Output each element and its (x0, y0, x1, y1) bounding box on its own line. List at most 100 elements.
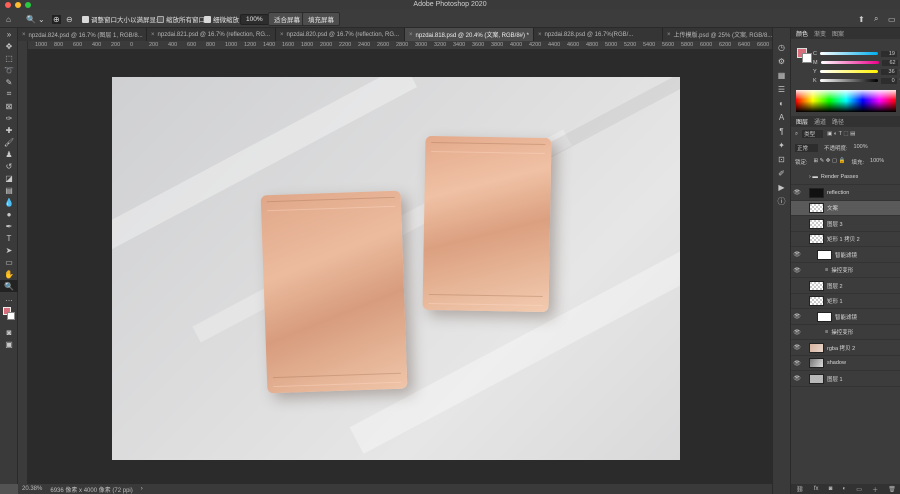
document-tab[interactable]: × npzdai.828.psd @ 16.7%(RGB/... (534, 28, 663, 41)
zoom-all-windows-checkbox[interactable]: 缩放所有窗口 (157, 13, 205, 25)
blend-mode-select[interactable]: 正常 (795, 144, 819, 152)
zoom-value-field[interactable]: 100% (240, 13, 269, 25)
tab-channels[interactable]: 通道 (814, 117, 826, 126)
layer-row[interactable]: 👁 图层 1 (791, 372, 900, 387)
folder-icon[interactable]: › ▬ (809, 174, 818, 180)
horizontal-ruler[interactable]: 1200100080060040020002004006008001000120… (28, 41, 790, 50)
visibility-eye-icon[interactable]: 👁 (791, 189, 803, 196)
rectangle-tool-icon[interactable]: ▭ (0, 256, 18, 268)
lock-icons[interactable]: ⊞ ✎ ✥ ▢ 🔒 (814, 158, 846, 166)
actions-panel-icon[interactable]: ▶ (773, 180, 790, 194)
close-tab-icon[interactable]: × (22, 32, 26, 38)
history-brush-tool-icon[interactable]: ↺ (0, 160, 18, 172)
move-tool-icon[interactable]: ✥ (0, 40, 18, 52)
color-panel-background-swatch[interactable] (802, 53, 812, 63)
tab-color[interactable]: 颜色 (796, 29, 808, 38)
brush-settings-icon[interactable]: ✐ (773, 166, 790, 180)
eraser-tool-icon[interactable]: ◪ (0, 172, 18, 184)
libraries-panel-icon[interactable]: ☰ (773, 82, 790, 96)
frame-tool-icon[interactable]: ⊠ (0, 100, 18, 112)
layer-row[interactable]: › ▬ Render Passes (791, 170, 900, 185)
cyan-slider[interactable]: C19% (813, 50, 900, 57)
filter-settings-icon[interactable]: ≡ (825, 329, 828, 335)
layer-row[interactable]: 👁 智能滤镜 (791, 310, 900, 325)
paragraph-panel-icon[interactable]: ¶ (773, 124, 790, 138)
visibility-eye-icon[interactable]: 👁 (791, 329, 803, 336)
delete-layer-icon[interactable]: 🗑 (888, 486, 896, 493)
layer-row[interactable]: 👁 智能滤镜 (791, 248, 900, 263)
visibility-eye-icon[interactable]: 👁 (791, 375, 803, 382)
gradient-tool-icon[interactable]: ▤ (0, 184, 18, 196)
brush-tool-icon[interactable]: 🖌 (0, 136, 18, 148)
canvas-area[interactable] (28, 50, 790, 484)
layer-row[interactable]: 图层 3 (791, 217, 900, 232)
zoom-tool-icon[interactable]: 🔍 (0, 280, 18, 292)
path-selection-tool-icon[interactable]: ➤ (0, 244, 18, 256)
layer-thumbnail[interactable] (809, 373, 824, 384)
layer-row[interactable]: 矩形 1 (791, 294, 900, 309)
visibility-eye-icon[interactable]: 👁 (791, 313, 803, 320)
zoom-out-icon[interactable]: ⊖ (66, 13, 73, 25)
layer-row[interactable]: 👁 ≡ 操控变形 (791, 263, 900, 278)
layer-thumbnail[interactable] (809, 342, 824, 353)
hand-tool-icon[interactable]: ✋ (0, 268, 18, 280)
new-group-icon[interactable]: ▭ (856, 486, 862, 493)
magenta-slider[interactable]: M62% (813, 59, 900, 66)
layer-thumbnail[interactable] (809, 187, 824, 198)
visibility-eye-icon[interactable]: 👁 (791, 344, 803, 351)
character-panel-icon[interactable]: A (773, 110, 790, 124)
screen-mode-icon[interactable]: ▣ (0, 338, 18, 350)
layer-row[interactable]: 👁 rgba 拷贝 2 (791, 341, 900, 356)
quick-selection-tool-icon[interactable]: ✎ (0, 76, 18, 88)
new-layer-icon[interactable]: ＋ (872, 485, 878, 494)
layer-thumbnail[interactable] (809, 218, 824, 229)
layer-thumbnail[interactable] (809, 234, 824, 244)
lasso-tool-icon[interactable]: ➰ (0, 64, 18, 76)
info-panel-icon[interactable]: ⓘ (773, 194, 790, 208)
layer-row[interactable]: 👁 reflection (791, 186, 900, 201)
layer-row[interactable]: 👁 shadow (791, 356, 900, 371)
layer-row[interactable]: 矩形 1 拷贝 2 (791, 232, 900, 247)
document-tab[interactable]: × npzdai.818.psd @ 20.4% (文案, RGB/8#) * (405, 28, 534, 41)
vertical-ruler[interactable] (18, 41, 28, 484)
document-tab[interactable]: × npzdai.820.psd @ 16.7% (reflection, RG.… (276, 28, 405, 41)
visibility-eye-icon[interactable]: 👁 (791, 360, 803, 367)
document-canvas[interactable] (112, 77, 680, 460)
document-tab[interactable]: × 上传模版.psd @ 25% (文案, RGB/8... (663, 28, 790, 41)
filter-settings-icon[interactable]: ≡ (825, 267, 828, 273)
close-tab-icon[interactable]: × (538, 32, 542, 38)
swatches-panel-icon[interactable]: ▦ (773, 68, 790, 82)
layer-thumbnail[interactable] (809, 280, 824, 291)
color-spectrum[interactable] (796, 90, 896, 112)
layer-thumbnail[interactable] (809, 296, 824, 306)
pen-tool-icon[interactable]: ✒ (0, 220, 18, 232)
visibility-eye-icon[interactable]: 👁 (791, 267, 803, 274)
close-tab-icon[interactable]: × (280, 32, 284, 38)
status-zoom[interactable]: 20.38% (22, 486, 42, 492)
add-mask-icon[interactable]: ◙ (829, 486, 833, 492)
adjustments-panel-icon[interactable]: ◐ (773, 96, 790, 110)
home-icon[interactable]: ⌂ (6, 13, 11, 25)
layer-thumbnail[interactable] (817, 311, 832, 322)
color-swatches[interactable] (0, 304, 18, 326)
healing-brush-tool-icon[interactable]: ✚ (0, 124, 18, 136)
resize-windows-checkbox[interactable]: 调整窗口大小以满屏显示 (82, 13, 163, 25)
clone-stamp-tool-icon[interactable]: ♟ (0, 148, 18, 160)
adjustment-layer-icon[interactable]: ◐ (842, 486, 846, 492)
layer-row[interactable]: 👁 ≡ 操控变形 (791, 325, 900, 340)
history-panel-icon[interactable]: ◷ (773, 40, 790, 54)
navigator-panel-icon[interactable]: ⊡ (773, 152, 790, 166)
layer-row[interactable]: 图层 2 (791, 279, 900, 294)
dodge-tool-icon[interactable]: ● (0, 208, 18, 220)
status-menu-icon[interactable]: › (141, 486, 143, 492)
layer-thumbnail[interactable] (809, 358, 824, 368)
fx-icon[interactable]: fx (814, 486, 819, 492)
document-tab[interactable]: × npzdai.824.psd @ 16.7% (图层 1, RGB/8... (18, 28, 147, 41)
blur-tool-icon[interactable]: 💧 (0, 196, 18, 208)
fill-screen-button[interactable]: 填充屏幕 (302, 12, 340, 26)
filter-kind-select[interactable]: 类型 (802, 130, 824, 138)
workspace-icon[interactable]: ▭ (888, 13, 896, 25)
yellow-slider[interactable]: Y36% (813, 68, 900, 75)
scrubby-zoom-checkbox[interactable]: 细微缩放 (204, 13, 239, 25)
document-tab[interactable]: × npzdai.821.psd @ 16.7% (reflection, RG.… (147, 28, 276, 41)
